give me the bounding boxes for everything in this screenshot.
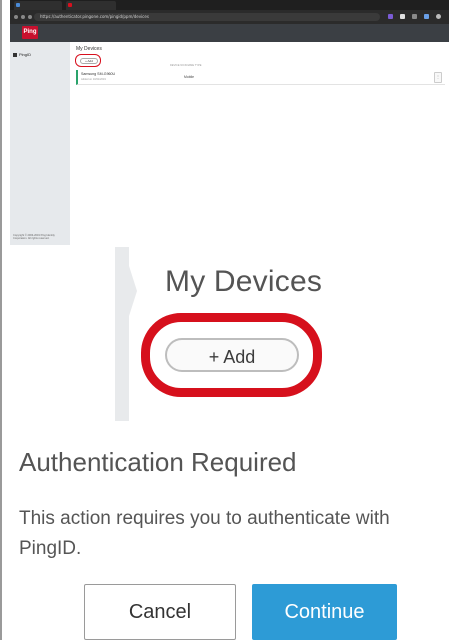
device-type: Mobile [184,75,194,79]
tab-favicon-icon [16,3,20,7]
device-row[interactable]: Samsung SM-G960U Added on 10/31/2019 Mob… [76,70,445,85]
left-border [0,0,2,640]
column-header: DEVICE NICKNAME TYPE [170,64,202,67]
add-device-button[interactable]: + Add [165,338,299,372]
zoomed-callout: My Devices + Add [115,247,360,421]
forward-icon[interactable] [21,15,25,19]
profile-avatar-icon[interactable] [436,14,441,19]
browser-tab-my-devices[interactable] [14,1,62,10]
device-name: Samsung SM-G960U [81,72,116,76]
tab-favicon-icon [68,3,72,7]
app-header: Ping [10,24,449,42]
dialog-message: This action requires you to authenticate… [19,508,390,559]
address-bar: https://authenticator.pingone.com/pingid… [10,10,449,24]
extension-icon[interactable] [424,14,429,19]
sidebar: PingID Copyright © 2003-2019 Ping Identi… [10,42,70,245]
url-field[interactable]: https://authenticator.pingone.com/pingid… [34,13,380,21]
chevron-right-icon [123,247,137,335]
device-added-date: Added on 10/31/2019 [81,78,106,81]
tab-bar [10,0,449,10]
extension-icon[interactable] [388,14,393,19]
reload-icon[interactable] [28,15,32,19]
extension-icon[interactable] [412,14,417,19]
page-title: My Devices [76,46,102,52]
extension-icon[interactable] [400,14,405,19]
zoom-page-title: My Devices [165,265,323,298]
ping-logo: Ping [22,26,38,39]
browser-screenshot: https://authenticator.pingone.com/pingid… [10,0,449,245]
continue-button[interactable]: Continue [252,584,397,640]
back-icon[interactable] [14,15,18,19]
cancel-button[interactable]: Cancel [84,584,236,640]
browser-tab-pingone[interactable] [66,1,116,10]
sidebar-item-pingid[interactable]: PingID [13,52,31,57]
sidebar-footer: Copyright © 2003-2019 Ping Identity Corp… [13,234,55,241]
more-icon[interactable]: ⋮ [434,72,442,83]
device-icon [13,52,17,57]
highlight-ring-mini [75,54,101,67]
dialog-title: Authentication Required [19,447,297,477]
